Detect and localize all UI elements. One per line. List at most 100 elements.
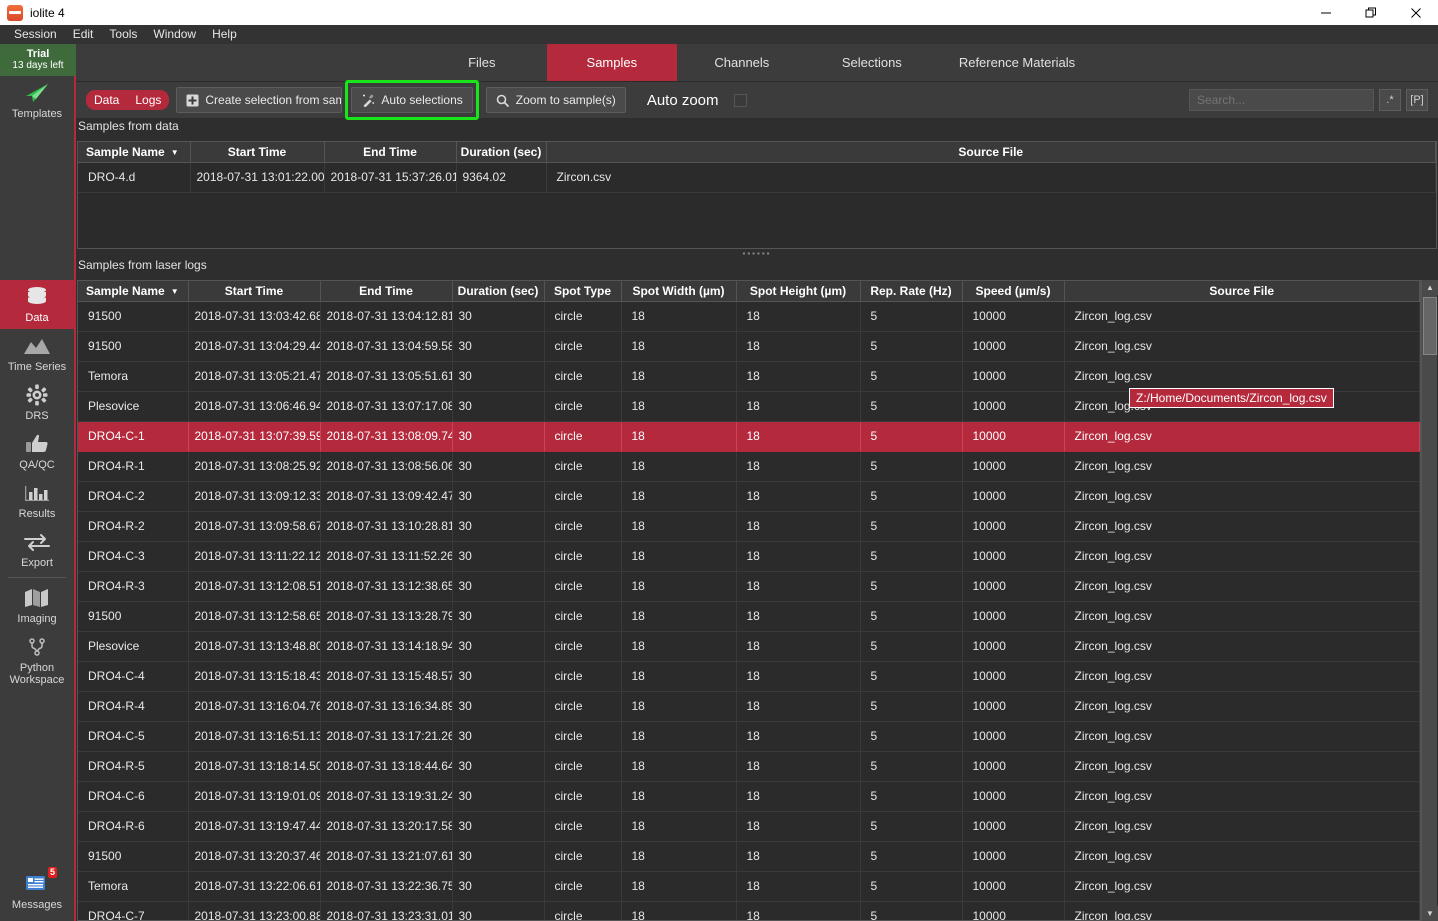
cell-rep-rate: 5: [860, 751, 963, 782]
table-row[interactable]: 91500 2018-07-31 13:12:58.657 2018-07-31 1…: [78, 601, 1420, 632]
col-header-end-time[interactable]: End Time: [320, 281, 453, 302]
table-row[interactable]: DRO4-C-5 2018-07-31 13:16:51.131 2018-07-3…: [78, 721, 1420, 752]
menu-session[interactable]: Session: [6, 26, 65, 43]
cell-rep-rate: 5: [860, 841, 963, 872]
cell-spot-height: 18: [736, 541, 861, 572]
table-row[interactable]: DRO4-R-6 2018-07-31 13:19:47.445 2018-07-3…: [78, 811, 1420, 842]
maximize-icon[interactable]: [1348, 0, 1393, 25]
cell-spot-width: 18: [621, 661, 737, 692]
scroll-down-arrow-icon[interactable]: ▼: [1422, 906, 1438, 921]
table-row[interactable]: DRO4-C-7 2018-07-31 13:23:00.881 2018-07-3…: [78, 901, 1420, 920]
sidebar-item-data[interactable]: Data: [0, 280, 74, 329]
regex-toggle-button[interactable]: .*: [1379, 89, 1401, 111]
data-logs-toggle[interactable]: Data Logs: [86, 90, 170, 110]
table-row[interactable]: DRO4-C-2 2018-07-31 13:09:12.339 2018-07-3…: [78, 481, 1420, 512]
sidebar-item-messages[interactable]: 5 Messages: [0, 867, 74, 916]
cell-spot-height: 18: [736, 331, 861, 362]
table-row[interactable]: DRO4-C-6 2018-07-31 13:19:01.099 2018-07-3…: [78, 781, 1420, 812]
cell-end-time: 2018-07-31 15:37:26.016: [324, 162, 457, 193]
table-row[interactable]: Plesovice 2018-07-31 13:13:48.809 2018-07-…: [78, 631, 1420, 662]
cell-spot-type: circle: [544, 451, 622, 482]
table-row[interactable]: DRO4-R-5 2018-07-31 13:18:14.509 2018-07-3…: [78, 751, 1420, 782]
table-row[interactable]: DRO4-R-3 2018-07-31 13:12:08.517 2018-07-3…: [78, 571, 1420, 602]
menu-window[interactable]: Window: [145, 26, 204, 43]
auto-selections-button[interactable]: Auto selections: [351, 87, 473, 113]
menu-edit[interactable]: Edit: [65, 26, 102, 43]
col-header-speed[interactable]: Speed (µm/s): [962, 281, 1065, 302]
col-header-duration[interactable]: Duration (sec): [456, 142, 547, 163]
trial-title: Trial: [26, 48, 50, 60]
col-header-rep-rate[interactable]: Rep. Rate (Hz): [860, 281, 963, 302]
cell-spot-height: 18: [736, 721, 861, 752]
table-row[interactable]: 91500 2018-07-31 13:03:42.683 2018-07-31 1…: [78, 301, 1420, 332]
cell-rep-rate: 5: [860, 451, 963, 482]
cell-speed: 10000: [962, 871, 1065, 902]
cell-rep-rate: 5: [860, 331, 963, 362]
table-row[interactable]: DRO4-R-1 2018-07-31 13:08:25.921 2018-07-3…: [78, 451, 1420, 482]
tab-reference-materials[interactable]: Reference Materials: [937, 44, 1097, 81]
menu-tools[interactable]: Tools: [101, 26, 145, 43]
cell-spot-type: circle: [544, 571, 622, 602]
sidebar-item-python-workspace[interactable]: Python Workspace: [0, 630, 74, 691]
create-selection-from-sample-button[interactable]: Create selection from sample: [176, 87, 343, 113]
cell-start-time: 2018-07-31 13:16:04.763: [188, 691, 321, 722]
sidebar-item-templates[interactable]: Templates: [0, 76, 74, 125]
cell-duration: 30: [452, 421, 545, 452]
scroll-up-arrow-icon[interactable]: ▲: [1422, 280, 1438, 295]
sidebar-item-qaqc[interactable]: QA/QC: [0, 427, 74, 476]
scrollbar-thumb[interactable]: [1423, 297, 1437, 355]
tab-files[interactable]: Files: [417, 44, 547, 81]
close-icon[interactable]: [1393, 0, 1438, 25]
table-row[interactable]: 91500 2018-07-31 13:20:37.467 2018-07-31 1…: [78, 841, 1420, 872]
minimize-icon[interactable]: [1303, 0, 1348, 25]
toggle-logs-label[interactable]: Logs: [127, 90, 169, 110]
table-row[interactable]: 91500 2018-07-31 13:04:29.447 2018-07-31 1…: [78, 331, 1420, 362]
col-header-spot-width[interactable]: Spot Width (µm): [621, 281, 737, 302]
sidebar-item-time-series[interactable]: Time Series: [0, 329, 74, 378]
sidebar-item-results[interactable]: Results: [0, 476, 74, 525]
cell-duration: 30: [452, 601, 545, 632]
table-row[interactable]: Temora 2018-07-31 13:05:21.477 2018-07-31 …: [78, 361, 1420, 392]
cell-duration: 9364.02: [456, 162, 547, 193]
toggle-data-label[interactable]: Data: [86, 90, 127, 110]
source-file-path-tooltip: Z:/Home/Documents/Zircon_log.csv: [1129, 388, 1334, 408]
col-header-source-file[interactable]: Source File: [1064, 281, 1420, 302]
table-row[interactable]: DRO4-C-3 2018-07-31 13:11:22.125 2018-07-3…: [78, 541, 1420, 572]
cell-spot-type: circle: [544, 331, 622, 362]
tab-channels[interactable]: Channels: [677, 44, 807, 81]
panel-splitter[interactable]: ▪▪▪▪▪▪: [76, 249, 1438, 259]
table-row[interactable]: Temora 2018-07-31 13:22:06.611 2018-07-31 …: [78, 871, 1420, 902]
table-row[interactable]: DRO4-R-2 2018-07-31 13:09:58.675 2018-07-3…: [78, 511, 1420, 542]
cell-spot-width: 18: [621, 721, 737, 752]
menu-help[interactable]: Help: [204, 26, 245, 43]
sidebar-item-export[interactable]: Export: [0, 525, 74, 574]
search-input[interactable]: [1189, 89, 1374, 111]
cell-speed: 10000: [962, 781, 1065, 812]
cell-spot-height: 18: [736, 571, 861, 602]
cell-duration: 30: [452, 571, 545, 602]
preset-button[interactable]: [P]: [1406, 89, 1428, 111]
sidebar-item-imaging[interactable]: Imaging: [0, 581, 74, 630]
laser-logs-vertical-scrollbar[interactable]: ▲ ▼: [1421, 280, 1438, 921]
sidebar-item-drs[interactable]: DRS: [0, 378, 74, 427]
table-row[interactable]: DRO-4.d 2018-07-31 13:01:22.000 2018-07-…: [78, 162, 1436, 193]
table-row[interactable]: DRO4-R-4 2018-07-31 13:16:04.763 2018-07-3…: [78, 691, 1420, 722]
auto-zoom-checkbox[interactable]: [733, 93, 747, 107]
table-row[interactable]: DRO4-C-4 2018-07-31 13:15:18.437 2018-07-3…: [78, 661, 1420, 692]
col-header-start-time[interactable]: Start Time: [190, 142, 325, 163]
table-row[interactable]: DRO4-C-1 2018-07-31 13:07:39.595 2018-07-3…: [78, 421, 1420, 452]
col-header-spot-height[interactable]: Spot Height (µm): [736, 281, 861, 302]
zoom-to-samples-button[interactable]: Zoom to sample(s): [485, 87, 626, 113]
tab-selections[interactable]: Selections: [807, 44, 937, 81]
cell-start-time: 2018-07-31 13:15:18.437: [188, 661, 321, 692]
plus-square-icon: [186, 93, 199, 107]
col-header-spot-type[interactable]: Spot Type: [544, 281, 622, 302]
col-header-sample-name[interactable]: Sample Name ▼: [78, 281, 189, 302]
col-header-source-file[interactable]: Source File: [546, 142, 1436, 163]
col-header-sample-name[interactable]: Sample Name ▼: [78, 142, 191, 163]
sort-descending-icon: ▼: [170, 148, 179, 158]
col-header-end-time[interactable]: End Time: [324, 142, 457, 163]
col-header-start-time[interactable]: Start Time: [188, 281, 321, 302]
tab-samples[interactable]: Samples: [546, 44, 677, 81]
col-header-duration[interactable]: Duration (sec): [452, 281, 545, 302]
